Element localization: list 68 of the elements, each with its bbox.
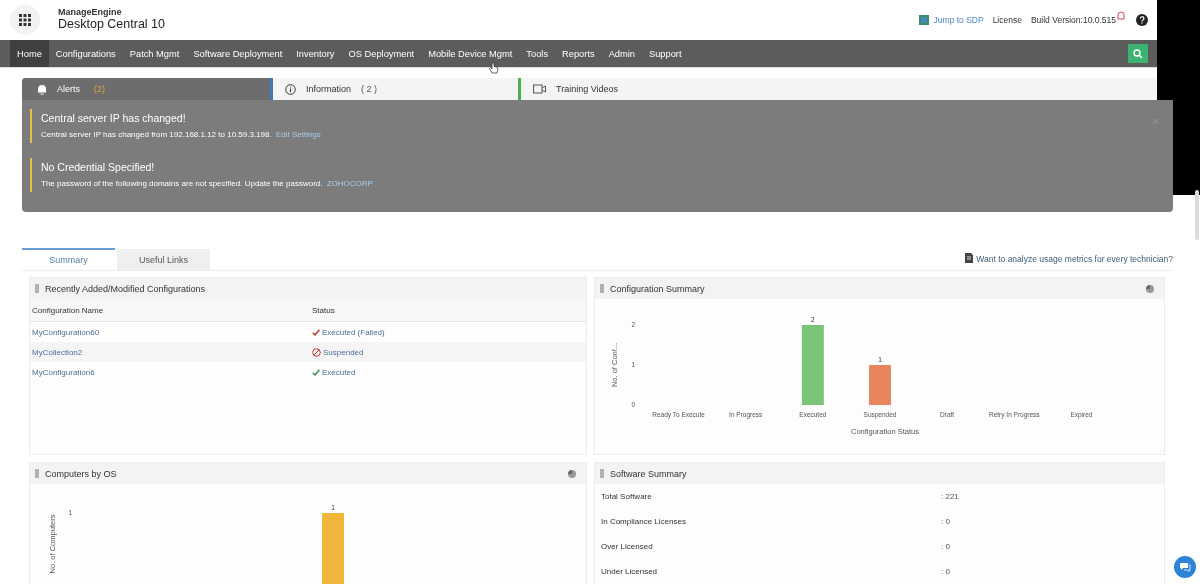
video-camera-icon (533, 84, 546, 94)
configuration-link[interactable]: MyConfiguration6 (30, 367, 312, 377)
hand-cursor-icon (489, 62, 499, 74)
summary-value: : 0 (941, 567, 950, 576)
configuration-link[interactable]: MyCollection2 (30, 347, 312, 357)
configuration-link[interactable]: MyConfiguration60 (30, 327, 312, 337)
nav-tab[interactable]: Software Deployment (186, 40, 290, 67)
status-text: Suspended (323, 347, 364, 357)
bell-icon[interactable] (1117, 11, 1125, 21)
summary-value: : 0 (941, 542, 950, 551)
chart-bar (322, 513, 344, 584)
alert-title: Central server IP has changed! (41, 112, 186, 124)
panel-title: Recently Added/Modified Configurations (45, 283, 206, 294)
summary-label: Over Licensed (601, 542, 654, 551)
dashboard-tab[interactable]: Useful Links (117, 249, 210, 270)
summary-label: Under Licensed (601, 567, 659, 576)
header-link[interactable]: License (992, 15, 1022, 25)
check-icon (312, 328, 320, 336)
drag-handle-icon[interactable] (35, 469, 39, 478)
summary-value: : 221 (941, 492, 959, 501)
nav-tab[interactable]: Inventory (289, 40, 342, 67)
alert-message: The password of the following domains are not specified. Update the password. (41, 179, 323, 188)
chart-type-icon[interactable] (1146, 284, 1154, 293)
search-button[interactable] (1128, 44, 1148, 63)
summary-label: Total Software (601, 492, 653, 501)
summary-value: : 0 (941, 517, 950, 526)
column-header: Configuration Name (31, 305, 105, 315)
info-icon (285, 83, 296, 95)
product-name: Desktop Central 10 (58, 18, 165, 32)
check-icon (312, 368, 320, 376)
search-icon (1133, 48, 1143, 59)
nav-tab[interactable]: Patch Mgmt (122, 40, 187, 67)
close-icon[interactable] (1152, 118, 1159, 125)
blocked-icon (312, 347, 321, 357)
bell-icon (37, 83, 47, 95)
notice-tab[interactable]: Alerts (2) (22, 78, 270, 100)
document-icon (965, 253, 974, 263)
panel-title: Configuration Summary (610, 283, 705, 294)
drag-handle-icon[interactable] (600, 284, 604, 293)
drag-handle-icon[interactable] (600, 469, 604, 478)
nav-tab[interactable]: Reports (555, 40, 602, 67)
nav-tab[interactable]: Support (642, 40, 689, 67)
apps-menu-icon[interactable] (10, 5, 40, 35)
help-icon[interactable] (1136, 14, 1148, 26)
chart-type-icon[interactable] (568, 469, 576, 478)
drag-handle-icon[interactable] (35, 284, 39, 293)
panel-title: Software Summary (610, 468, 687, 479)
chat-icon (1179, 562, 1191, 572)
nav-tab[interactable]: Mobile Device Mgmt (421, 40, 520, 67)
nav-tab[interactable]: Home (10, 40, 49, 67)
nav-tab[interactable]: Admin (601, 40, 642, 67)
brand-name: ManageEngine (58, 8, 123, 19)
header-link[interactable]: Jump to SDP (933, 15, 984, 25)
sdp-icon (918, 15, 929, 25)
column-header: Status (312, 305, 335, 315)
status-text: Executed (Failed) (322, 327, 385, 337)
panel-title: Computers by OS (45, 468, 117, 479)
alert-message: Central server IP has changed from 192.168.1.12 to 10.59.3.198. (41, 130, 272, 139)
status-text: Executed (322, 367, 356, 377)
nav-tab[interactable]: Tools (519, 40, 556, 67)
alert-title: No Credential Specified! (41, 161, 155, 173)
usage-metrics-link[interactable]: Want to analyze usage metrics for every technician? (976, 254, 1173, 264)
chat-button[interactable] (1174, 556, 1196, 578)
summary-label: In Compliance Licenses (601, 517, 687, 526)
scrollbar[interactable] (1195, 190, 1199, 240)
nav-tab[interactable]: Configurations (48, 40, 123, 67)
header-link[interactable]: Build Version:10.0.515 (1030, 15, 1116, 25)
nav-tab[interactable]: OS Deployment (341, 40, 422, 67)
